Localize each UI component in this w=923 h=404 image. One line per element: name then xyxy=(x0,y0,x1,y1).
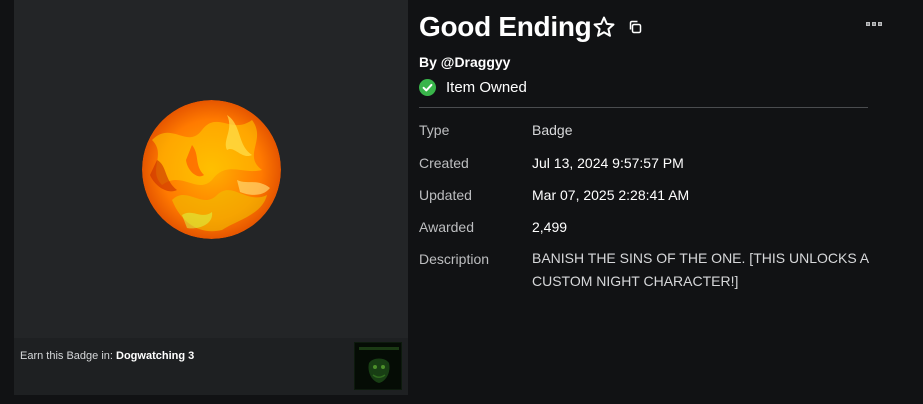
game-thumbnail[interactable] xyxy=(354,342,402,390)
description-value: BANISH THE SINS OF THE ONE. [THIS UNLOCK… xyxy=(532,250,869,289)
type-label: Type xyxy=(419,122,450,138)
updated-label: Updated xyxy=(419,187,472,203)
earn-prefix: Earn this Badge in: xyxy=(20,350,117,362)
badge-image-panel: Earn this Badge in: Dogwatching 3 xyxy=(14,0,408,395)
more-options-icon[interactable] xyxy=(866,22,884,28)
more-dot xyxy=(866,22,870,26)
owned-status: Item Owned xyxy=(419,78,527,96)
owned-label: Item Owned xyxy=(446,78,527,96)
created-value: Jul 13, 2024 9:57:57 PM xyxy=(532,155,684,171)
creator-link[interactable]: By @Draggyy xyxy=(419,54,510,70)
more-dot xyxy=(872,22,876,26)
badge-details-page: Earn this Badge in: Dogwatching 3 Good E… xyxy=(0,0,923,404)
updated-value: Mar 07, 2025 2:28:41 AM xyxy=(532,187,690,203)
game-link[interactable]: Dogwatching 3 xyxy=(116,350,194,362)
description-label: Description xyxy=(419,251,490,267)
badge-fire-art xyxy=(142,100,281,239)
game-thumbnail-art xyxy=(355,343,401,389)
created-label: Created xyxy=(419,155,469,171)
badge-title: Good Ending xyxy=(419,11,592,42)
awarded-label: Awarded xyxy=(419,219,475,235)
earn-badge-text: Earn this Badge in: Dogwatching 3 xyxy=(20,350,194,362)
star-outline-icon[interactable] xyxy=(592,15,616,39)
check-circle-icon xyxy=(419,78,436,96)
earn-badge-bar: Earn this Badge in: Dogwatching 3 xyxy=(14,338,408,395)
title-row: Good Ending xyxy=(419,9,642,45)
copy-icon[interactable] xyxy=(628,20,642,34)
badge-image xyxy=(142,100,281,239)
more-dot xyxy=(878,22,882,26)
type-value: Badge xyxy=(532,122,573,138)
awarded-value: 2,499 xyxy=(532,219,568,235)
divider xyxy=(419,107,868,108)
